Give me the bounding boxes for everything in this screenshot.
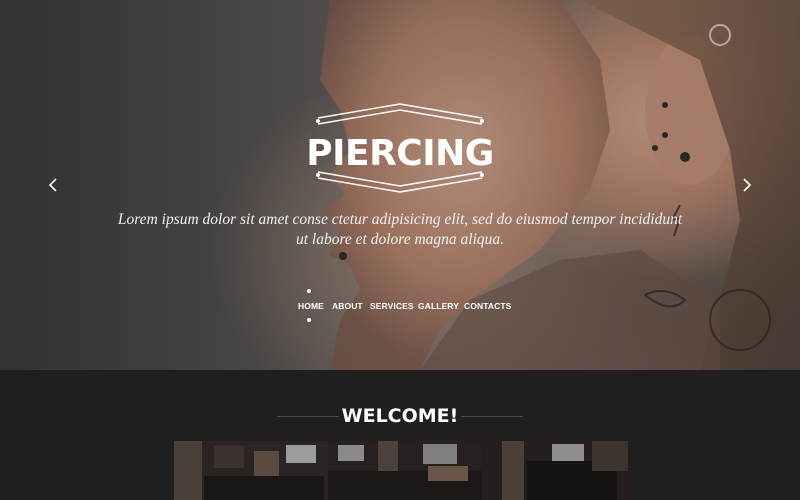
hero-tagline: Lorem ipsum dolor sit amet conse ctetur … — [117, 211, 683, 248]
nav-item-about[interactable]: ABOUT — [332, 300, 363, 312]
gallery-image[interactable] — [328, 441, 482, 500]
gallery-image[interactable] — [482, 441, 628, 500]
chevron-right-icon — [743, 178, 752, 192]
nav-item-services[interactable]: SERVICES — [370, 300, 414, 312]
nav-item-home[interactable]: HOME — [298, 300, 324, 312]
hero-slider: PIERCING Lorem ipsum dolor sit amet cons… — [0, 0, 800, 370]
main-nav: HOME ABOUT SERVICES GALLERY CONTACTS — [290, 300, 520, 314]
nav-active-dot-top — [307, 289, 311, 293]
slider-prev-button[interactable] — [45, 176, 63, 194]
chevron-left-icon — [48, 178, 57, 192]
welcome-gallery — [174, 441, 628, 500]
nav-active-dot-bottom — [307, 318, 311, 322]
welcome-section: WELCOME! — [0, 370, 800, 500]
gallery-image[interactable] — [174, 441, 328, 500]
site-logo[interactable]: PIERCING — [300, 100, 500, 196]
welcome-title: WELCOME! — [341, 405, 459, 427]
logo-text: PIERCING — [306, 133, 494, 174]
nav-item-gallery[interactable]: GALLERY — [418, 300, 459, 312]
title-divider-right — [461, 416, 523, 417]
nav-item-contacts[interactable]: CONTACTS — [464, 300, 511, 312]
slider-next-button[interactable] — [737, 176, 755, 194]
